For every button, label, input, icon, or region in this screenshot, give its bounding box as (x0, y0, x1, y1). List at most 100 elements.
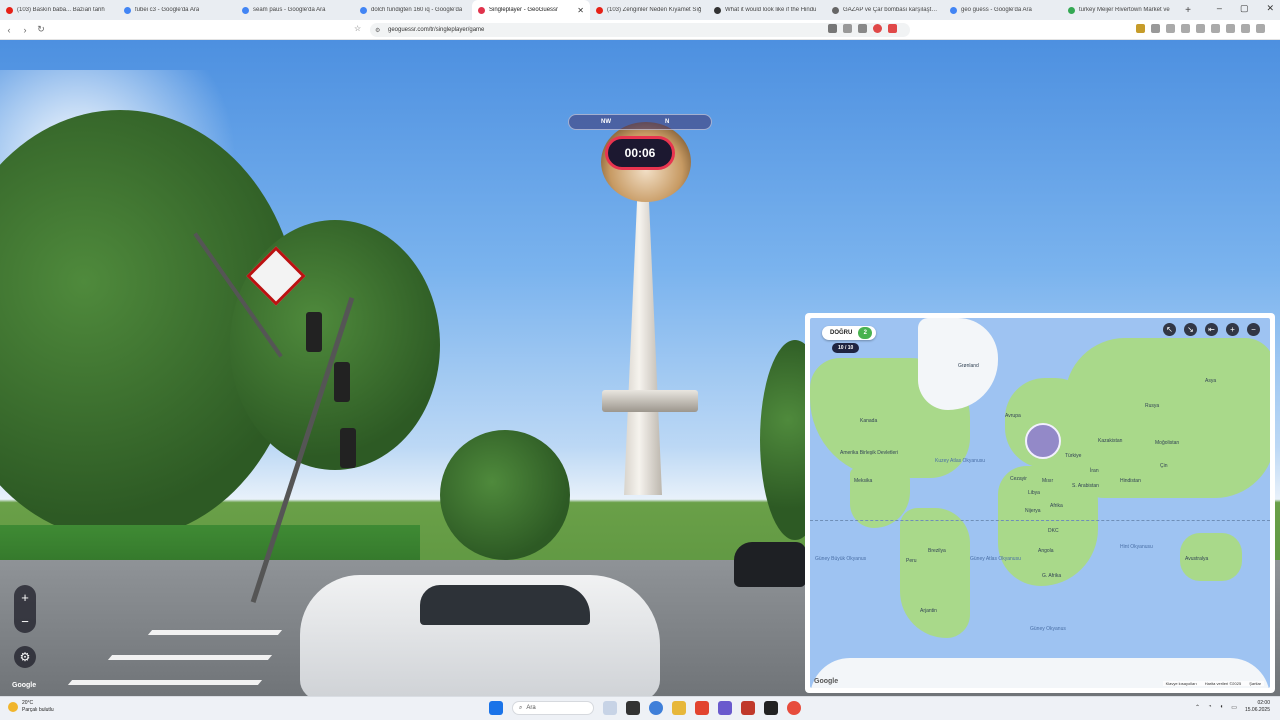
compass-bar: NW N (568, 114, 712, 130)
zoom-in-button[interactable]: + (21, 590, 29, 605)
forward-button[interactable]: › (18, 25, 32, 35)
downloads-icon[interactable] (1211, 24, 1220, 33)
task-view-icon[interactable] (626, 701, 640, 715)
south-america-land (900, 508, 970, 638)
menu-icon[interactable] (1256, 24, 1265, 33)
tab-title: seam paus - Google'da Ara (253, 7, 326, 13)
tab-title: geo guess - Google'da Ara (961, 7, 1032, 13)
browser-tab[interactable]: (103) Zenginler Neden Kıyamet Sığ (590, 0, 708, 20)
clock[interactable]: 02:00 15.06.2025 (1245, 700, 1270, 714)
reload-button[interactable]: ↻ (34, 24, 48, 35)
shrink-map-icon[interactable]: ↘ (1184, 323, 1197, 336)
weather-text: 20°C Parçalı bulutlu (22, 700, 54, 714)
tab-title: turkey Meijer Rivertown Market ve (1079, 7, 1170, 13)
pin-map-icon[interactable]: ⇤ (1205, 323, 1218, 336)
file-explorer-icon[interactable] (672, 701, 686, 715)
guess-map[interactable]: Grønland Kanada Amerika Birleşik Devletl… (805, 313, 1275, 693)
taskbar-search[interactable]: ⌕ Ara (512, 701, 594, 715)
browser-tab[interactable]: Singleplayer - GeoGuessr ✕ (472, 0, 590, 20)
browser-tab[interactable]: geo guess - Google'da Ara (944, 0, 1062, 20)
label-russia: Rusya (1145, 403, 1160, 409)
label-egypt: Mısır (1042, 478, 1054, 484)
app-icon[interactable] (741, 701, 755, 715)
label-south-pacific: Güney Büyük Okyanus (815, 556, 867, 562)
map-zoom-out-button[interactable]: − (1247, 323, 1260, 336)
extension-icon[interactable] (1136, 24, 1145, 33)
crosswalk-stripe (107, 655, 273, 660)
chrome-icon[interactable] (649, 701, 663, 715)
space-needle-deck (602, 390, 698, 412)
maximize-button[interactable]: ▢ (1240, 3, 1249, 14)
brave-rewards-icon[interactable] (888, 24, 897, 33)
wifi-icon[interactable]: ◔ (1208, 704, 1212, 710)
minimize-button[interactable]: – (1217, 3, 1222, 14)
app-icon[interactable] (787, 701, 801, 715)
volume-icon[interactable]: ◖ (1220, 704, 1224, 710)
brave-icon[interactable] (695, 701, 709, 715)
puzzle-icon[interactable] (1151, 24, 1160, 33)
sidebar-icon[interactable] (1166, 24, 1175, 33)
label-canada: Kanada (860, 418, 878, 424)
street-view-panorama[interactable]: NW N 00:06 + − ⚙ Google Grønland Kanada … (0, 40, 1280, 696)
asia-land (1065, 338, 1270, 498)
map-zoom-in-button[interactable]: + (1226, 323, 1239, 336)
terms-link[interactable]: Şartlar (1249, 681, 1261, 686)
widget-icon[interactable] (603, 701, 617, 715)
share-icon[interactable] (858, 24, 867, 33)
reading-list-icon[interactable] (1181, 24, 1190, 33)
close-tab-icon[interactable]: ✕ (577, 6, 584, 15)
back-button[interactable]: ‹ (2, 25, 16, 35)
compass-heading-n: N (665, 119, 670, 125)
terminal-icon[interactable] (764, 701, 778, 715)
settings-icon[interactable] (1226, 24, 1235, 33)
map-google-logo: Google (814, 678, 839, 685)
weather-widget[interactable]: 20°C Parçalı bulutlu (8, 700, 54, 714)
browser-tab[interactable]: (103) Baskın baba... Bazıan tarih (0, 0, 118, 20)
translate-icon[interactable] (828, 24, 837, 33)
label-kazakhstan: Kazakistan (1098, 438, 1123, 444)
browser-tab[interactable]: fubei c3 - Google'da Ara (118, 0, 236, 20)
weather-temp: 20°C (22, 700, 34, 706)
new-tab-button[interactable]: + (1180, 5, 1196, 16)
google-icon (360, 6, 367, 14)
battery-icon[interactable]: ▭ (1231, 704, 1237, 711)
label-indian-ocean: Hint Okyanusu (1120, 544, 1153, 550)
label-saudi: S. Arabistan (1072, 483, 1099, 489)
guess-cluster-marker[interactable] (1025, 423, 1061, 459)
browser-tab[interactable]: turkey Meijer Rivertown Market ve (1062, 0, 1180, 20)
round-timer: 00:06 (605, 136, 675, 170)
tab-title: dolch fundigten 160 iq - Google'da (371, 7, 463, 13)
search-icon: ⌕ (519, 704, 523, 711)
start-menu-icon[interactable] (489, 701, 503, 715)
label-angola: Angola (1038, 548, 1054, 554)
clock-time: 02:00 (1257, 700, 1270, 706)
traffic-light (334, 362, 350, 402)
browser-tab[interactable]: dolch fundigten 160 iq - Google'da (354, 0, 472, 20)
brave-shield-icon[interactable] (873, 24, 882, 33)
site-info-icon[interactable]: ⚙ (375, 27, 380, 34)
browser-tab[interactable]: seam paus - Google'da Ara (236, 0, 354, 20)
zoom-out-button[interactable]: − (21, 614, 29, 629)
map-footer: Klavye kısayolları Harita verileri ©2025… (1162, 681, 1264, 686)
close-window-button[interactable]: ✕ (1266, 3, 1274, 14)
expand-map-icon[interactable]: ↖ (1163, 323, 1176, 336)
profile-icon[interactable] (1241, 24, 1250, 33)
install-icon[interactable] (843, 24, 852, 33)
label-algeria: Cezayir (1010, 476, 1027, 482)
chevron-up-icon[interactable]: ⌃ (1195, 704, 1200, 711)
game-mode-count-badge: 2 (858, 327, 873, 339)
guess-map-canvas[interactable]: Grønland Kanada Amerika Birleşik Devletl… (810, 318, 1270, 688)
settings-gear-icon[interactable]: ⚙ (14, 646, 36, 668)
search-placeholder: Ara (526, 705, 536, 711)
label-usa: Amerika Birleşik Devletleri (840, 450, 899, 456)
browser-tab[interactable]: What it would look like if the Hindu (708, 0, 826, 20)
bookmark-icon[interactable]: ☆ (354, 24, 361, 33)
wallet-icon[interactable] (1196, 24, 1205, 33)
tab-title: Singleplayer - GeoGuessr (489, 7, 559, 13)
google-icon (242, 6, 249, 14)
browser-tab[interactable]: GAZAP ve Çar bombası karşılaştırm (826, 0, 944, 20)
keyboard-shortcuts-link[interactable]: Klavye kısayolları (1166, 681, 1197, 686)
label-mongolia: Moğolistan (1155, 440, 1180, 446)
label-mexico: Meksika (854, 478, 873, 484)
slack-icon[interactable] (718, 701, 732, 715)
